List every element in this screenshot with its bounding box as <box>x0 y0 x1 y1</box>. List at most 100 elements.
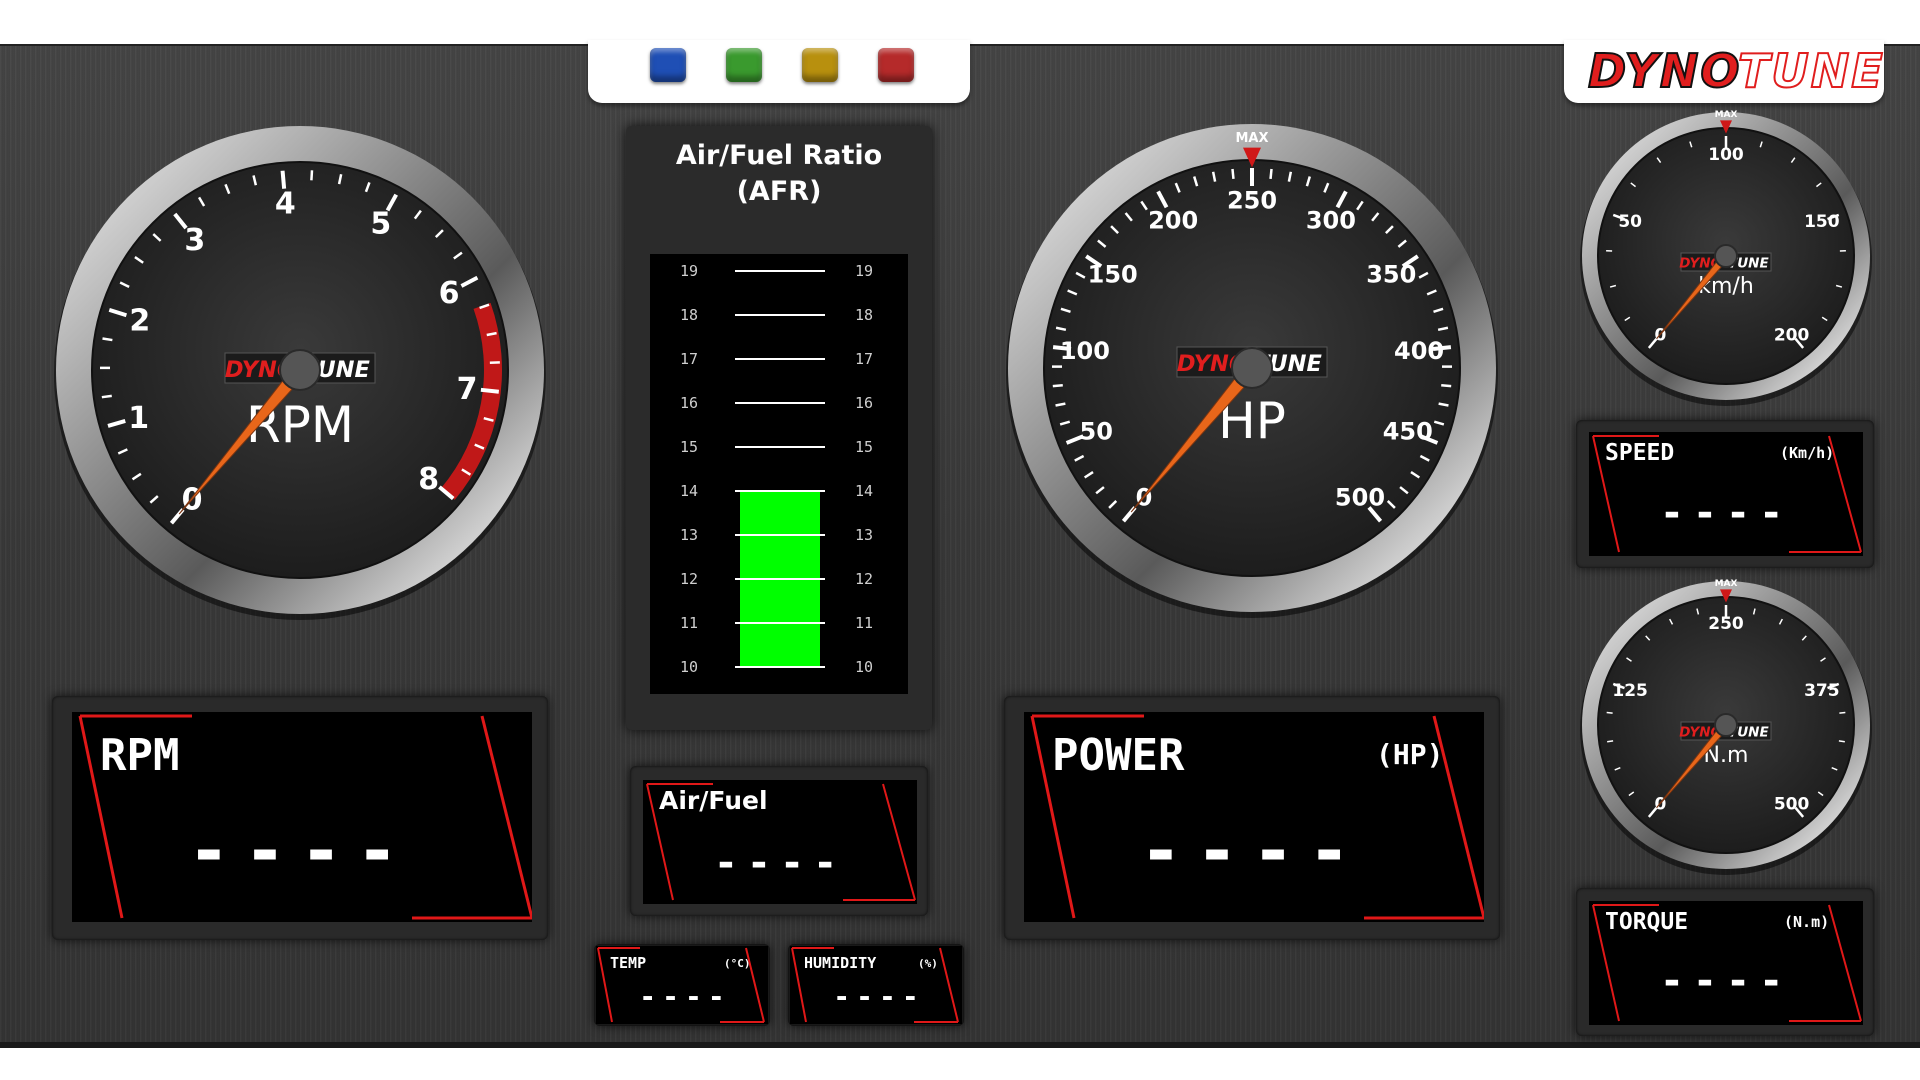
gauge-tick-label: 3 <box>184 223 205 258</box>
gauge-tick-label: 150 <box>1088 261 1138 289</box>
afr-tick-right: 14 <box>855 482 874 500</box>
afr-tick-right: 11 <box>855 614 874 632</box>
afr-title-line1: Air/Fuel Ratio <box>675 140 883 171</box>
power-display-value: ---- <box>1139 810 1365 892</box>
gauge-minor-tick <box>101 394 112 399</box>
afr-tick-right: 18 <box>855 306 874 324</box>
gauge-tick-label: 125 <box>1612 681 1648 701</box>
torque-display-value: ---- <box>1659 958 1793 1004</box>
power-display-label: POWER <box>1052 730 1185 781</box>
temp-display-label: TEMP <box>610 954 647 972</box>
afr-gridline <box>735 622 825 624</box>
gauge-minor-tick <box>1441 383 1452 388</box>
rpm-display-value: ---- <box>187 810 413 892</box>
temp-display-value: ---- <box>639 980 731 1013</box>
afr-tick-left: 13 <box>680 526 699 544</box>
afr-tick-right: 15 <box>855 438 874 456</box>
afr-gridline <box>735 534 825 536</box>
gauge-tick-label: 6 <box>439 276 460 311</box>
gauge-tick-label: 50 <box>1618 212 1642 232</box>
afr-gridline <box>735 314 825 316</box>
gauge-major-tick <box>480 387 500 394</box>
gauge-tick-label: 2 <box>129 303 150 338</box>
afr-gridline <box>735 490 825 492</box>
rpm-display-label: RPM <box>100 730 180 781</box>
rpm-gauge: 012345678DYNOTUNERPM <box>54 126 546 620</box>
blue-button[interactable] <box>650 48 686 82</box>
afr-tick-left: 19 <box>680 262 699 280</box>
hp-gauge: 050100150200250300350400450500MAXDYNOTUN… <box>1006 124 1498 618</box>
gauge-hub <box>1714 713 1738 737</box>
humidity-display-unit: (%) <box>918 957 938 970</box>
speed-display-value: ---- <box>1659 490 1793 536</box>
afr-tick-right: 12 <box>855 570 874 588</box>
gauge-tick-label: 8 <box>418 462 439 497</box>
gauge-tick-label: 375 <box>1804 681 1840 701</box>
torque-display-unit: (N.m) <box>1784 913 1830 931</box>
speed-gauge: 050100150200MAXDYNO TUNEkm/h <box>1580 110 1872 406</box>
yellow-button[interactable] <box>802 48 838 82</box>
airfuel-display-value: ---- <box>713 840 847 886</box>
afr-tick-left: 10 <box>680 658 699 676</box>
gauge-tick-label: 150 <box>1804 212 1840 232</box>
gauge-tick-label: 100 <box>1708 145 1744 165</box>
red-button[interactable] <box>878 48 914 82</box>
afr-tick-left: 14 <box>680 482 699 500</box>
afr-tick-right: 19 <box>855 262 874 280</box>
afr-title-line2: (AFR) <box>736 176 822 207</box>
afr-tick-left: 17 <box>680 350 699 368</box>
afr-tick-left: 16 <box>680 394 699 412</box>
torque-gauge: 0125250375500MAXDYNO TUNEN.m <box>1580 579 1872 875</box>
gauge-tick-label: 1 <box>128 401 149 436</box>
afr-title: Air/Fuel Ratio (AFR) <box>626 138 932 210</box>
torque-display-label: TORQUE <box>1605 909 1689 935</box>
gauge-tick-label: 200 <box>1774 325 1810 345</box>
gauge-minor-tick <box>1052 383 1063 388</box>
gauge-minor-tick <box>1839 711 1846 714</box>
gauge-minor-tick <box>310 170 314 181</box>
power-display-unit: (HP) <box>1376 738 1444 771</box>
gauge-hub <box>1714 244 1738 268</box>
afr-gridline <box>735 402 825 404</box>
gauge-tick-label: 400 <box>1394 337 1444 365</box>
temp-display-unit: (°C) <box>724 957 751 970</box>
speed-display-label: SPEED <box>1605 440 1675 466</box>
afr-gridline <box>735 666 825 668</box>
green-button[interactable] <box>726 48 762 82</box>
humidity-display-value: ---- <box>833 980 925 1013</box>
gauge-max-label: MAX <box>1715 110 1738 120</box>
gauge-minor-tick <box>1269 168 1273 180</box>
gauge-hub <box>279 349 321 391</box>
gauge-max-label: MAX <box>1715 579 1738 589</box>
afr-tick-right: 10 <box>855 658 874 676</box>
gauge-tick-label: 350 <box>1366 261 1416 289</box>
logo-part2: TUNE <box>1737 43 1885 99</box>
afr-tick-left: 18 <box>680 306 699 324</box>
gauge-tick-label: 4 <box>275 186 296 221</box>
gauge-tick-label: 7 <box>457 372 478 407</box>
gauge-tick-label: 50 <box>1080 418 1113 446</box>
airfuel-display-label: Air/Fuel <box>659 786 768 815</box>
gauge-tick-label: 5 <box>370 207 391 242</box>
gauge-minor-tick <box>1607 740 1614 743</box>
gauge-max-label: MAX <box>1235 131 1268 146</box>
gauge-minor-tick <box>102 337 113 342</box>
gauge-tick-label: 200 <box>1148 206 1198 234</box>
logo-part1: DYNO <box>1587 43 1742 99</box>
gauge-minor-tick <box>1231 168 1235 180</box>
afr-tick-right: 17 <box>855 350 874 368</box>
gauge-tick-label: 250 <box>1227 187 1277 215</box>
gauge-tick-label: 500 <box>1774 794 1810 814</box>
afr-tick-left: 11 <box>680 614 699 632</box>
afr-tick-left: 12 <box>680 570 699 588</box>
speed-display-unit: (Km/h) <box>1780 444 1835 462</box>
gauge-hub <box>1231 347 1273 389</box>
gauge-unit-label: RPM <box>246 396 354 454</box>
gauge-tick-label: 250 <box>1708 614 1744 634</box>
gauge-tick-label: 100 <box>1060 337 1110 365</box>
gauge-minor-tick <box>1606 711 1613 714</box>
afr-gridline <box>735 446 825 448</box>
afr-tick-left: 15 <box>680 438 699 456</box>
afr-gridline <box>735 578 825 580</box>
humidity-display-label: HUMIDITY <box>804 954 877 972</box>
